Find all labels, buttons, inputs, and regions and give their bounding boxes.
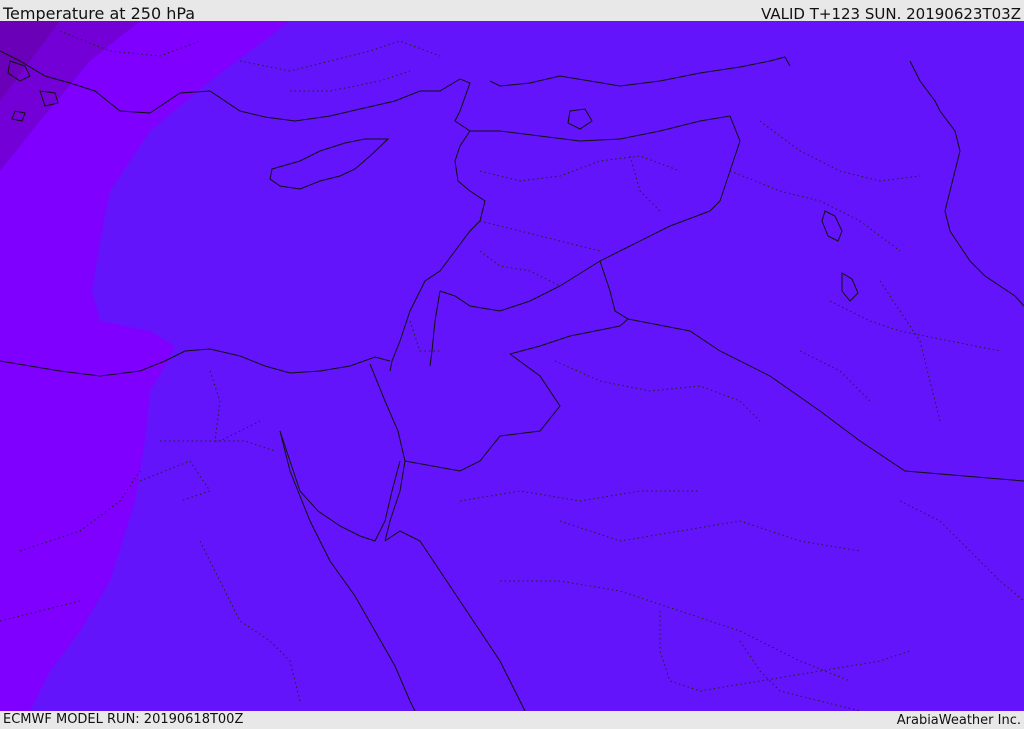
footer-bar: ECMWF MODEL RUN: 20190618T00Z ArabiaWeat… xyxy=(0,711,1024,729)
model-run-label: ECMWF MODEL RUN: 20190618T00Z xyxy=(3,712,244,727)
map-area[interactable] xyxy=(0,21,1024,711)
credit-label: ArabiaWeather Inc. xyxy=(896,713,1021,728)
temperature-map[interactable] xyxy=(0,21,1024,711)
header-bar: Temperature at 250 hPa VALID T+123 SUN. … xyxy=(0,0,1024,23)
